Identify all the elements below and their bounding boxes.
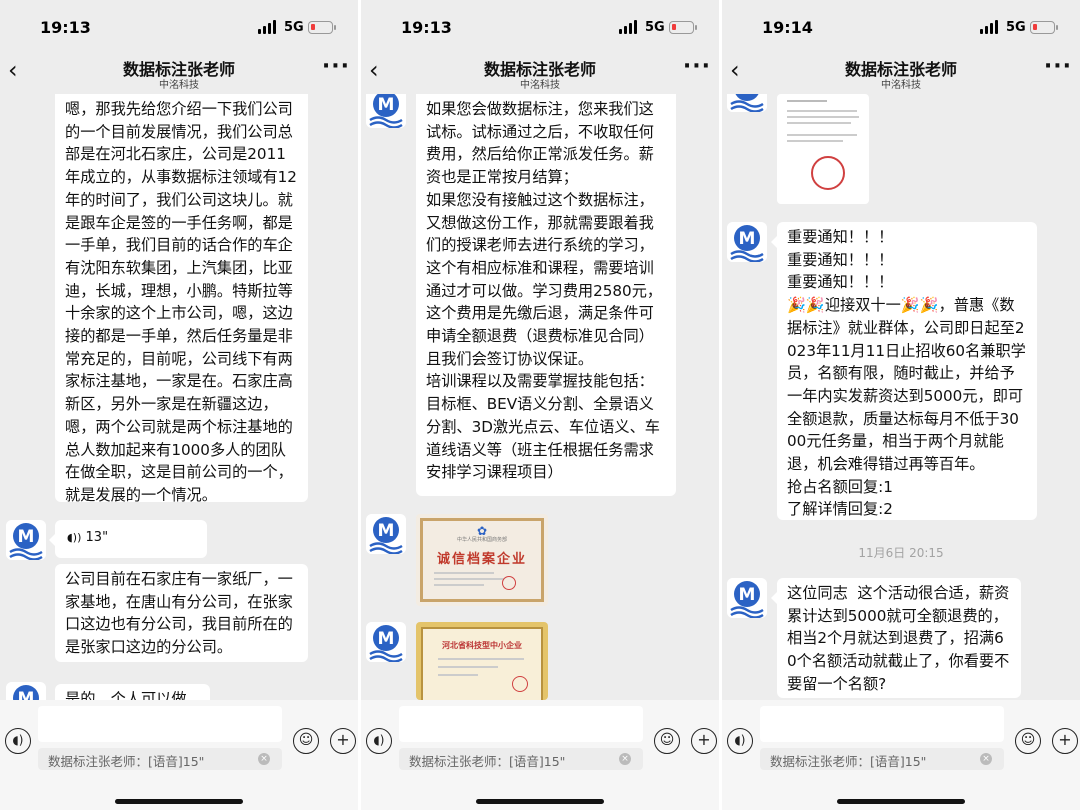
voice-duration: 13" <box>85 530 109 545</box>
company-logo-icon: M <box>6 520 46 560</box>
seal-icon <box>502 576 516 590</box>
home-indicator <box>115 799 243 804</box>
voice-input-icon[interactable]: ◖) <box>5 728 31 754</box>
avatar[interactable]: M <box>727 94 767 112</box>
chat-subtitle: 中洺科技 <box>159 80 199 91</box>
clear-quote-icon[interactable]: × <box>619 753 631 765</box>
certificate-issuer: 中华人民共和国商务部 <box>456 537 507 543</box>
input-bar: ◖) 数据标注张老师：[语音]15" × ☺ + <box>722 700 1080 810</box>
seal-icon <box>811 156 845 190</box>
message-list[interactable]: M 如果您会做数据标注，您来我们这试标。试标通过之后，不收取任何费用，然后给你正… <box>361 94 719 700</box>
company-logo-icon: M <box>366 622 406 662</box>
status-time: 19:13 <box>40 18 91 37</box>
svg-text:M: M <box>739 585 756 605</box>
voice-wave-icon: ◖)) <box>67 531 82 544</box>
quoted-message[interactable]: 数据标注张老师：[语音]15" × <box>38 748 282 770</box>
svg-text:M: M <box>18 527 35 547</box>
input-bar: ◖) 数据标注张老师：[语音]15" × ☺ + <box>361 700 719 810</box>
svg-text:M: M <box>18 689 35 700</box>
company-logo-icon: M <box>366 94 406 128</box>
signal-icon <box>619 20 639 34</box>
signal-icon <box>258 20 278 34</box>
company-logo-icon: M <box>6 682 46 700</box>
svg-text:M: M <box>739 94 756 99</box>
certificate-title: 诚信档案企业 <box>436 552 527 567</box>
home-indicator <box>837 799 965 804</box>
network-label: 5G <box>284 20 304 35</box>
message-input[interactable] <box>399 706 643 742</box>
nav-bar: ‹ 数据标注张老师 中洺科技 ··· <box>722 52 1080 94</box>
avatar[interactable]: M <box>727 222 767 262</box>
emoji-icon[interactable]: ☺ <box>654 728 680 754</box>
battery-icon <box>669 21 697 34</box>
message-bubble[interactable]: 是的，个人可以做 <box>55 684 210 700</box>
nav-bar: ‹ 数据标注张老师 中洺科技 ··· <box>0 52 358 94</box>
quoted-message[interactable]: 数据标注张老师：[语音]15" × <box>399 748 643 770</box>
contract-image[interactable] <box>777 94 869 204</box>
chat-screen-3: 19:14 5G ‹ 数据标注张老师 中洺科技 ··· M M 重要通知！！！ … <box>722 0 1080 810</box>
emoji-icon[interactable]: ☺ <box>293 728 319 754</box>
certificate-image[interactable]: ✿ 中华人民共和国商务部 诚信档案企业 <box>416 514 548 606</box>
more-icon[interactable]: ··· <box>1044 54 1072 79</box>
status-time: 19:13 <box>401 18 452 37</box>
avatar[interactable]: M <box>366 514 406 554</box>
more-icon[interactable]: ··· <box>322 54 350 79</box>
certificate-title: 河北省科技型中小企业 <box>442 641 522 650</box>
input-bar: ◖) 数据标注张老师：[语音]15" × ☺ + <box>0 700 358 810</box>
avatar[interactable]: M <box>366 94 406 128</box>
svg-text:M: M <box>378 629 395 649</box>
message-bubble[interactable]: 这位同志 这个活动很合适，薪资累计达到5000就可全额退费的，相当2个月就达到退… <box>771 578 1021 698</box>
home-indicator <box>476 799 604 804</box>
chat-screen-2: 19:13 5G ‹ 数据标注张老师 中洺科技 ··· M 如果您会做数据标注，… <box>361 0 719 810</box>
message-bubble[interactable]: 重要通知！！！ 重要通知！！！ 重要通知！！！ 🎉🎉迎接双十一🎉🎉，普惠《数据标… <box>771 222 1037 520</box>
emoji-icon[interactable]: ☺ <box>1015 728 1041 754</box>
company-logo-icon: M <box>727 578 767 618</box>
message-input[interactable] <box>760 706 1004 742</box>
status-bar: 19:13 5G <box>361 0 719 52</box>
company-logo-icon: M <box>727 222 767 262</box>
message-list[interactable]: M M 重要通知！！！ 重要通知！！！ 重要通知！！！ 🎉🎉迎接双十一🎉🎉，普惠… <box>722 94 1080 700</box>
svg-text:M: M <box>378 521 395 541</box>
chat-subtitle: 中洺科技 <box>881 80 921 91</box>
avatar[interactable]: M <box>6 520 46 560</box>
message-bubble[interactable]: 公司目前在石家庄有一家纸厂，一家基地，在唐山有分公司，在张家口这边也有分公司，我… <box>55 564 308 662</box>
voice-message[interactable]: ◖)) 13" <box>49 520 207 558</box>
network-label: 5G <box>645 20 665 35</box>
certificate-image[interactable]: 河北省科技型中小企业 <box>416 622 548 700</box>
voice-input-icon[interactable]: ◖) <box>727 728 753 754</box>
network-label: 5G <box>1006 20 1026 35</box>
message-list[interactable]: 嗯，那我先给您介绍一下我们公司的一个目前发展情况，我们公司总部是在河北石家庄，公… <box>0 94 358 700</box>
message-bubble[interactable]: 嗯，那我先给您介绍一下我们公司的一个目前发展情况，我们公司总部是在河北石家庄，公… <box>55 94 308 504</box>
status-time: 19:14 <box>762 18 813 37</box>
battery-icon <box>308 21 336 34</box>
chat-subtitle: 中洺科技 <box>520 80 560 91</box>
more-icon[interactable]: ··· <box>683 54 711 79</box>
add-icon[interactable]: + <box>330 728 356 754</box>
svg-text:M: M <box>739 229 756 249</box>
quoted-message[interactable]: 数据标注张老师：[语音]15" × <box>760 748 1004 770</box>
company-logo-icon: M <box>366 514 406 554</box>
svg-text:M: M <box>378 95 395 115</box>
seal-icon <box>512 676 528 692</box>
clear-quote-icon[interactable]: × <box>980 753 992 765</box>
status-bar: 19:14 5G <box>722 0 1080 52</box>
status-bar: 19:13 5G <box>0 0 358 52</box>
clear-quote-icon[interactable]: × <box>258 753 270 765</box>
avatar[interactable]: M <box>366 622 406 662</box>
nav-bar: ‹ 数据标注张老师 中洺科技 ··· <box>361 52 719 94</box>
battery-icon <box>1030 21 1058 34</box>
message-timestamp: 11月6日 20:15 <box>858 546 944 560</box>
message-input[interactable] <box>38 706 282 742</box>
chat-screen-1: 19:13 5G ‹ 数据标注张老师 中洺科技 ··· 嗯，那我先给您介绍一下我… <box>0 0 358 810</box>
voice-input-icon[interactable]: ◖) <box>366 728 392 754</box>
signal-icon <box>980 20 1000 34</box>
company-logo-icon: M <box>727 94 767 112</box>
message-bubble[interactable]: 如果您会做数据标注，您来我们这试标。试标通过之后，不收取任何费用，然后给你正常派… <box>416 94 676 496</box>
avatar[interactable]: M <box>727 578 767 618</box>
add-icon[interactable]: + <box>1052 728 1078 754</box>
add-icon[interactable]: + <box>691 728 717 754</box>
avatar[interactable]: M <box>6 682 46 700</box>
